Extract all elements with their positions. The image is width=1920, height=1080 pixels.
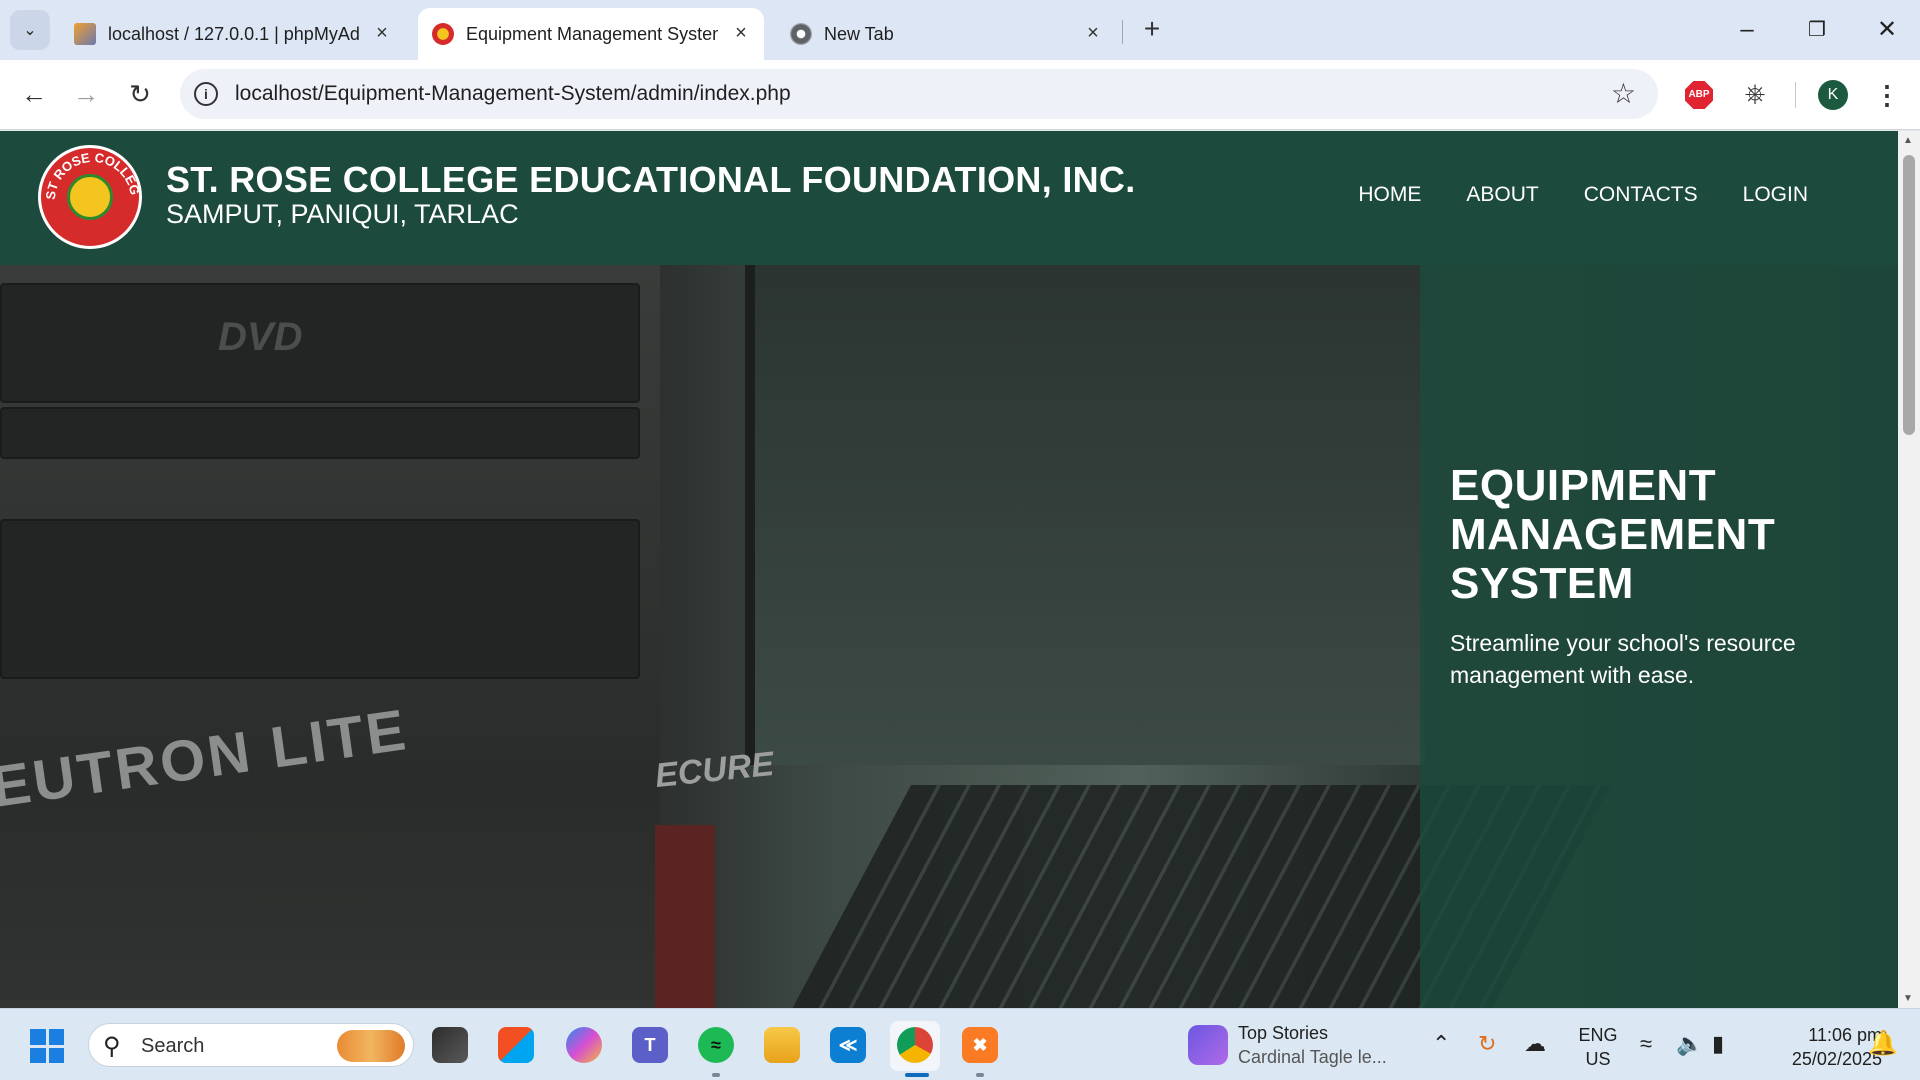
browser-menu-icon[interactable]: ⋮ <box>1874 78 1900 112</box>
page-viewport: ST ROSE COLLEGE ST. ROSE COLLEGE EDUCATI… <box>0 131 1898 1008</box>
sync-icon[interactable]: ↻ <box>1478 1031 1496 1057</box>
clock-date: 25/02/2025 <box>1791 1049 1882 1069</box>
page-scrollbar[interactable]: ▲ ▼ <box>1898 131 1920 1008</box>
browser-toolbar: ← → ↻ i localhost/Equipment-Management-S… <box>0 60 1920 130</box>
app-running-indicator <box>976 1073 984 1077</box>
nav-home[interactable]: HOME <box>1358 183 1421 207</box>
tab-title: New Tab <box>824 23 894 44</box>
spotify-icon[interactable]: ≈ <box>698 1027 734 1063</box>
scroll-up-arrow-icon[interactable]: ▲ <box>1903 135 1913 146</box>
site-info-icon[interactable]: i <box>194 82 218 106</box>
search-icon: ⚲ <box>103 1033 121 1060</box>
photo-dvd-drive <box>0 283 640 403</box>
notification-bell-icon[interactable]: 🔔 <box>1868 1029 1898 1058</box>
chevron-up-icon[interactable]: ⌃ <box>1432 1031 1450 1057</box>
photo-drive-bay <box>0 407 640 459</box>
folder-icon[interactable] <box>764 1027 800 1063</box>
news-headline[interactable]: Cardinal Tagle le... <box>1238 1047 1387 1068</box>
hero-section: DVD EUTRON LITE ECURE EQUIPMENT MANAGEME… <box>0 265 1898 1008</box>
tab-strip: ⌄ localhost / 127.0.0.1 | phpMyAdmin × E… <box>0 0 1920 60</box>
region-code: US <box>1585 1049 1611 1069</box>
scrollbar-thumb[interactable] <box>1903 155 1915 435</box>
hero-panel: EQUIPMENT MANAGEMENT SYSTEM Streamline y… <box>1420 265 1898 1008</box>
address-bar[interactable]: i localhost/Equipment-Management-System/… <box>180 69 1658 119</box>
site-header: ST ROSE COLLEGE ST. ROSE COLLEGE EDUCATI… <box>0 131 1898 265</box>
system-clock[interactable]: 11:06 pm 25/02/2025 <box>1752 1023 1882 1071</box>
reload-button[interactable]: ↻ <box>120 74 160 114</box>
taskbar: ⚲ Search T ≈ ≪ ✖ Top Stories Cardinal Ta… <box>0 1008 1920 1080</box>
close-icon[interactable]: × <box>1084 23 1102 43</box>
onedrive-cloud-icon[interactable]: ☁ <box>1524 1031 1546 1057</box>
tab-equipment-management[interactable]: Equipment Management System × <box>418 8 764 60</box>
tab-separator <box>1122 20 1123 44</box>
bookmark-star-icon[interactable]: ☆ <box>1611 77 1636 110</box>
chrome-icon[interactable] <box>897 1027 933 1063</box>
taskbar-search[interactable]: ⚲ Search <box>88 1023 414 1067</box>
tab-title: Equipment Management System <box>466 23 718 44</box>
extensions-puzzle-icon[interactable]: ⎈ <box>1740 78 1770 112</box>
phpmyadmin-icon <box>74 23 96 45</box>
url-text[interactable]: localhost/Equipment-Management-System/ad… <box>235 82 791 106</box>
news-widget-icon[interactable] <box>1188 1025 1228 1065</box>
toolbar-divider <box>1795 82 1796 108</box>
nav-contacts[interactable]: CONTACTS <box>1584 183 1698 207</box>
chrome-icon <box>790 23 812 45</box>
photo-floppy-bay <box>0 519 640 679</box>
scroll-down-arrow-icon[interactable]: ▼ <box>1903 993 1913 1004</box>
site-subtitle: SAMPUT, PANIQUI, TARLAC <box>166 199 519 229</box>
photo-dvd-logo: DVD <box>218 315 303 359</box>
forward-button[interactable]: → <box>66 74 106 114</box>
nav-about[interactable]: ABOUT <box>1466 183 1538 207</box>
battery-icon[interactable]: ▮ <box>1712 1031 1724 1057</box>
tab-phpmyadmin[interactable]: localhost / 127.0.0.1 | phpMyAdmin × <box>60 8 405 60</box>
close-icon[interactable]: × <box>732 23 750 43</box>
logo-emblem <box>67 174 113 220</box>
taskbar-search-label: Search <box>141 1035 205 1057</box>
close-icon[interactable]: × <box>373 23 391 43</box>
chevron-down-icon: ⌄ <box>23 22 37 39</box>
tab-new-tab[interactable]: New Tab × <box>776 8 1116 60</box>
vscode-icon[interactable]: ≪ <box>830 1027 866 1063</box>
tab-search-button[interactable]: ⌄ <box>10 10 50 50</box>
copilot-icon[interactable] <box>566 1027 602 1063</box>
college-logo: ST ROSE COLLEGE <box>38 145 143 249</box>
close-window-button[interactable]: ✕ <box>1862 10 1912 50</box>
restore-button[interactable]: ❐ <box>1792 10 1842 50</box>
photo-red-strip <box>655 825 715 1008</box>
photo-computer-case: DVD EUTRON LITE <box>0 265 660 1008</box>
store-icon[interactable] <box>498 1027 534 1063</box>
app-running-indicator <box>905 1073 929 1077</box>
news-title[interactable]: Top Stories <box>1238 1023 1328 1044</box>
clock-time: 11:06 pm <box>1808 1025 1882 1045</box>
site-title: ST. ROSE COLLEGE EDUCATIONAL FOUNDATION,… <box>166 159 1136 200</box>
photo-monitor <box>745 265 1425 765</box>
site-nav: HOME ABOUT CONTACTS LOGIN <box>1358 183 1808 207</box>
teams-icon[interactable]: T <box>632 1027 668 1063</box>
hero-title: EQUIPMENT MANAGEMENT SYSTEM <box>1450 461 1776 608</box>
photo-case-label: ECURE <box>653 744 776 796</box>
profile-avatar[interactable]: K <box>1818 80 1848 110</box>
new-tab-button[interactable]: + <box>1136 14 1168 46</box>
back-button[interactable]: ← <box>14 74 54 114</box>
volume-icon[interactable]: 🔈 <box>1676 1031 1703 1057</box>
xampp-icon[interactable]: ✖ <box>962 1027 998 1063</box>
hero-tagline: Streamline your school's resource manage… <box>1450 630 1796 688</box>
tab-title: localhost / 127.0.0.1 | phpMyAdmin <box>108 23 360 44</box>
file-explorer-icon[interactable] <box>432 1027 468 1063</box>
minimize-button[interactable]: – <box>1722 10 1772 50</box>
photo-case-brand: EUTRON LITE <box>0 697 413 820</box>
app-running-indicator <box>712 1073 720 1077</box>
search-highlight-art <box>337 1030 405 1062</box>
language-code: ENG <box>1578 1025 1618 1045</box>
wifi-icon[interactable]: ≈ <box>1640 1031 1652 1057</box>
college-seal-icon <box>432 23 454 45</box>
windows-start-icon[interactable] <box>30 1029 64 1063</box>
language-indicator[interactable]: ENG US <box>1578 1023 1618 1071</box>
nav-login[interactable]: LOGIN <box>1743 183 1808 207</box>
